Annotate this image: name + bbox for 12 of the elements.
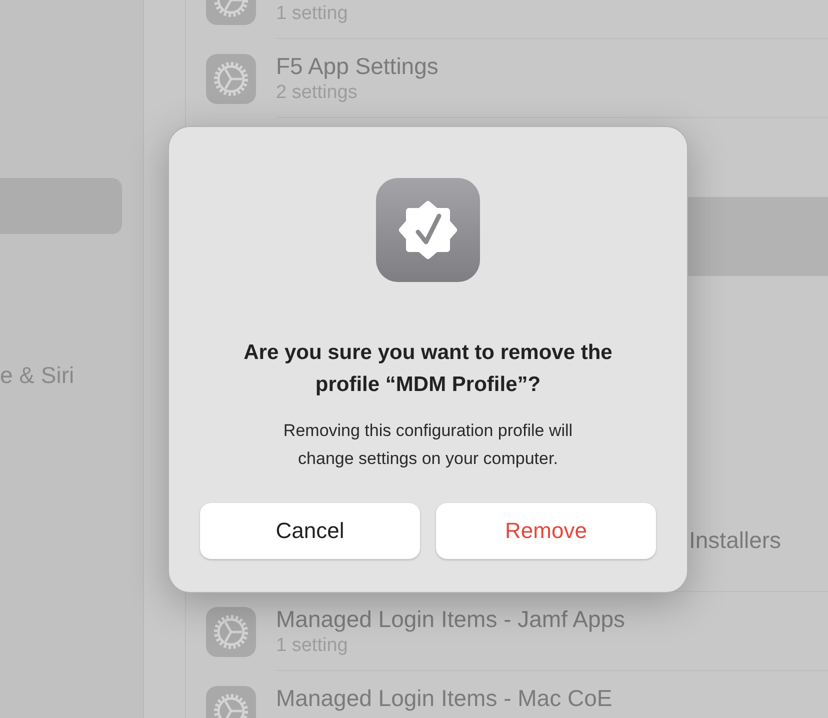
cancel-button[interactable]: Cancel [200,503,420,559]
dialog-title: Are you sure you want to remove the profile “MDM Profile”? [242,340,614,398]
gear-icon [206,54,256,104]
gear-icon [206,606,256,656]
profile-name: Managed Login Items - Jamf Apps [276,605,626,634]
profile-name: Installers [689,526,782,555]
remove-button[interactable]: Remove [436,503,656,559]
profile-name: Managed Login Items - Mac CoE [276,684,614,713]
profile-name: F5 App Settings [276,52,440,81]
dialog-message: Removing this configuration profile will change settings on your computer. [282,420,574,470]
certificate-check-icon [376,178,480,282]
profile-row[interactable]: Managed Login Items - Mac CoE [186,671,828,718]
